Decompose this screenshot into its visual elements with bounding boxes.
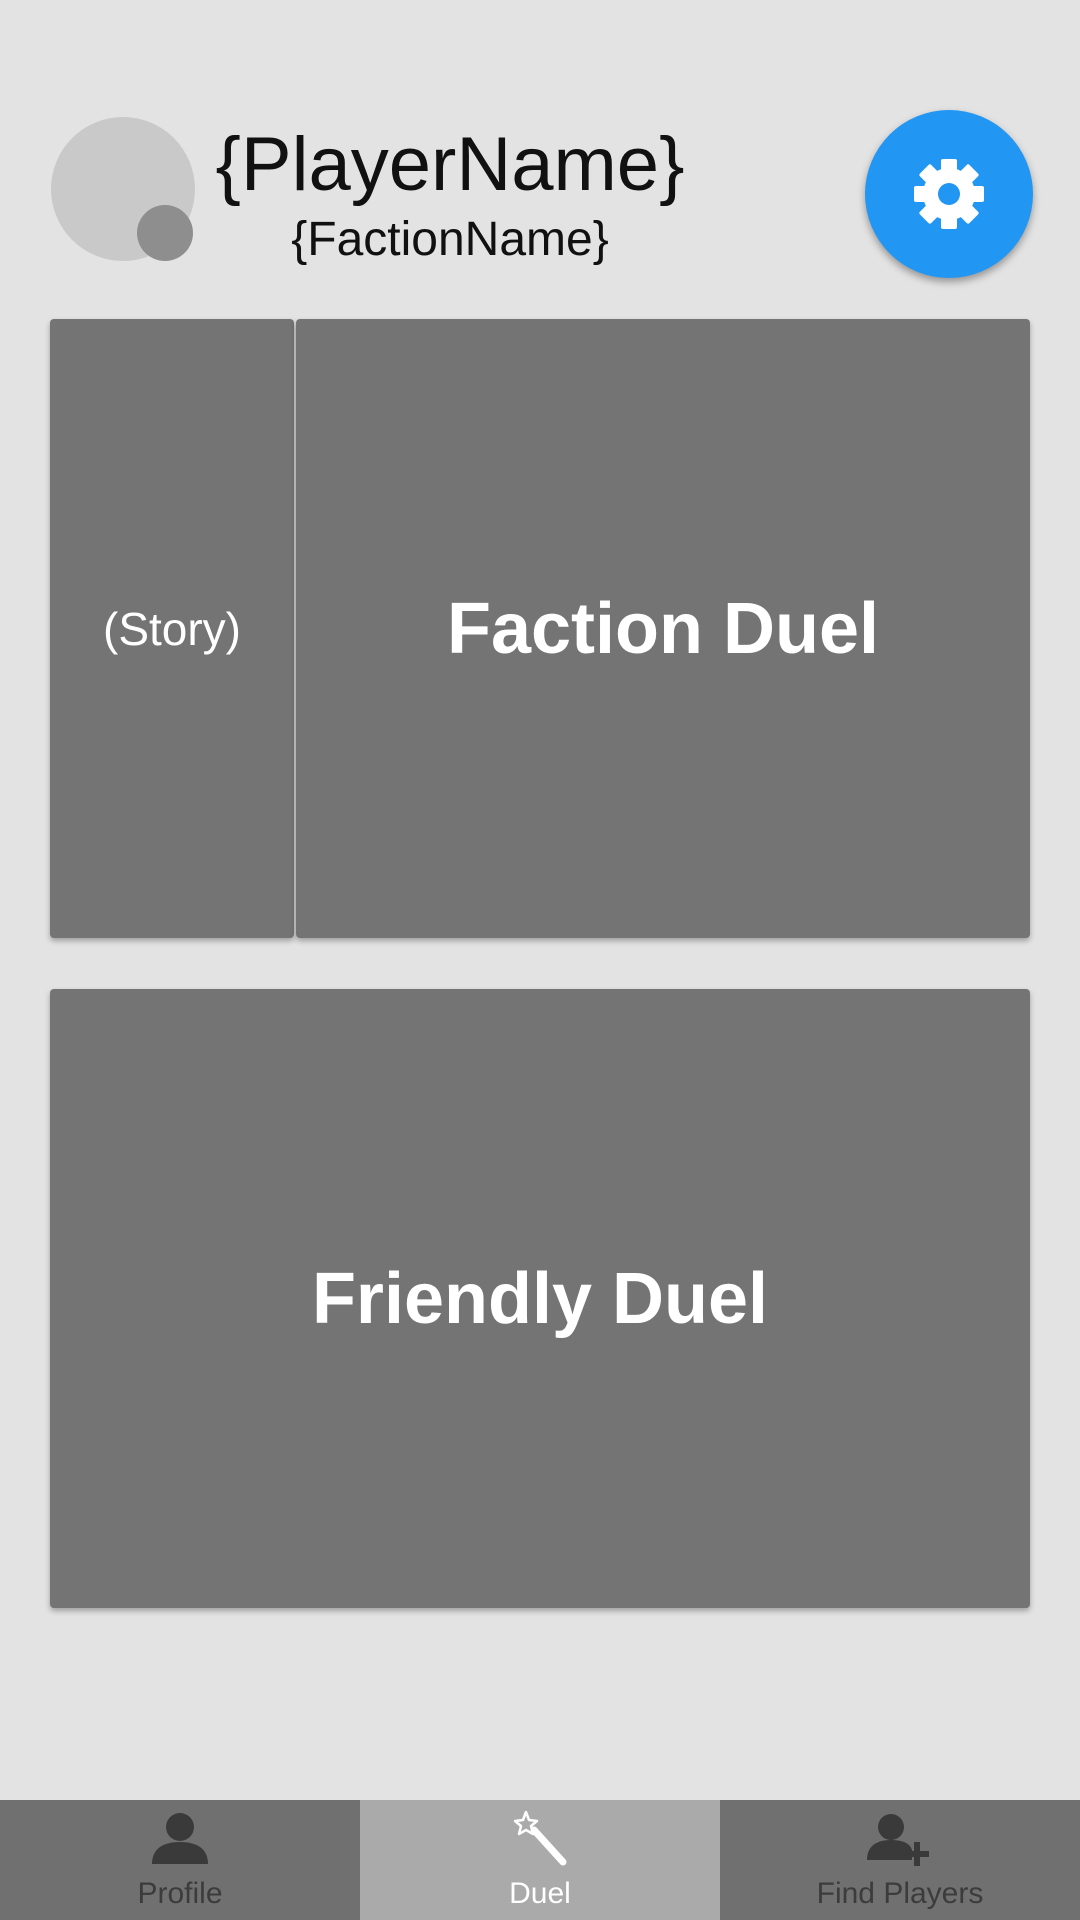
add-person-icon bbox=[867, 1814, 929, 1866]
story-button[interactable]: (Story) bbox=[50, 319, 294, 938]
profile-header: {PlayerName} {FactionName} bbox=[0, 0, 1080, 300]
tab-duel[interactable]: Duel bbox=[360, 1800, 720, 1920]
tab-find-players-label: Find Players bbox=[816, 1877, 984, 1910]
tab-duel-label: Duel bbox=[509, 1877, 571, 1910]
tab-find-players[interactable]: Find Players bbox=[720, 1800, 1080, 1920]
friendly-duel-label: Friendly Duel bbox=[311, 1258, 769, 1339]
faction-name: {FactionName} bbox=[291, 213, 609, 266]
gear-icon bbox=[914, 159, 984, 229]
person-icon bbox=[152, 1813, 208, 1864]
avatar-badge bbox=[137, 205, 193, 261]
tab-profile[interactable]: Profile bbox=[0, 1800, 360, 1920]
magic-wand-icon bbox=[513, 1810, 567, 1866]
settings-button[interactable] bbox=[865, 110, 1033, 278]
faction-duel-label: Faction Duel bbox=[446, 588, 880, 669]
faction-duel-button[interactable]: Faction Duel bbox=[296, 319, 1030, 938]
bottom-tab-bar: Profile Duel Find Players bbox=[0, 1800, 1080, 1920]
tab-profile-label: Profile bbox=[137, 1877, 223, 1910]
friendly-duel-button[interactable]: Friendly Duel bbox=[50, 989, 1030, 1608]
player-name: {PlayerName} bbox=[215, 122, 685, 207]
story-label: (Story) bbox=[103, 602, 241, 655]
